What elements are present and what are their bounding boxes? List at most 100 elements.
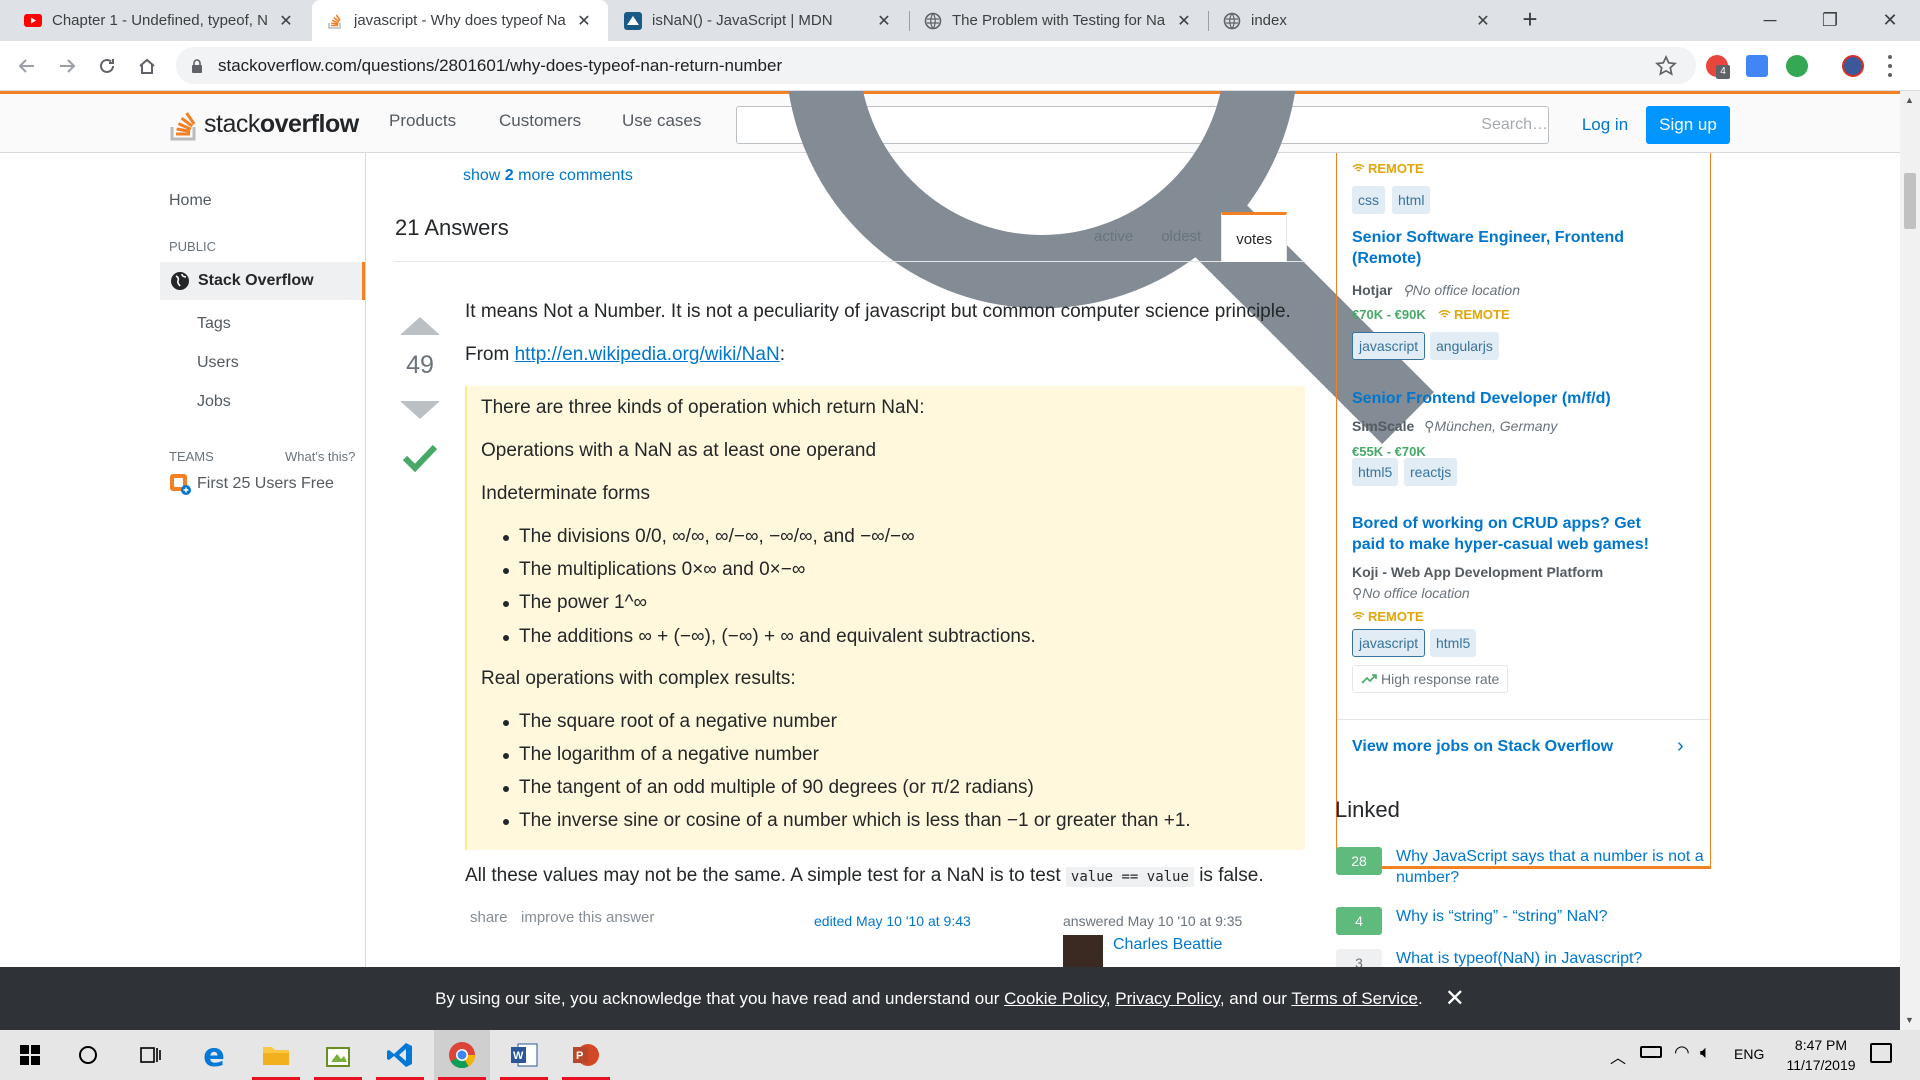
terms-link[interactable]: Terms of Service — [1291, 989, 1418, 1008]
close-icon[interactable]: ✕ — [574, 11, 594, 31]
back-button[interactable] — [12, 51, 42, 81]
clock-time: 8:47 PM — [1794, 1037, 1848, 1053]
wifi-icon[interactable]: ◠ — [1674, 1042, 1690, 1063]
login-button[interactable]: Log in — [1570, 106, 1640, 144]
battery-icon[interactable] — [1640, 1046, 1662, 1058]
sidebar-item-home[interactable]: Home — [169, 192, 212, 210]
upvote-button[interactable] — [398, 315, 442, 337]
nav-products[interactable]: Products — [389, 111, 456, 131]
volume-icon[interactable]: 🔈︎ — [1700, 1042, 1711, 1063]
search-button[interactable] — [60, 1030, 116, 1080]
author-link[interactable]: Charles Beattie — [1113, 936, 1222, 954]
menu-icon[interactable] — [1888, 55, 1894, 77]
last-pre: All these values may not be the same. A … — [465, 865, 1066, 886]
sidebar-item-users[interactable]: Users — [197, 354, 239, 372]
downvote-button[interactable] — [398, 399, 442, 421]
cookie-sep: , — [1105, 988, 1116, 1008]
tag[interactable]: reactjs — [1404, 458, 1458, 486]
linked-question-link[interactable]: Why JavaScript says that a number is not… — [1396, 847, 1716, 889]
edge-app[interactable]: e — [186, 1030, 242, 1080]
restore-button[interactable]: ❐ — [1800, 0, 1860, 41]
tag[interactable]: html5 — [1352, 458, 1399, 486]
job-title-link[interactable]: Senior Frontend Developer (m/f/d) — [1352, 389, 1682, 410]
tab-oldest[interactable]: oldest — [1147, 212, 1215, 262]
star-icon[interactable] — [1654, 54, 1678, 78]
share-link[interactable]: share — [470, 909, 508, 926]
address-bar[interactable]: stackoverflow.com/questions/2801601/why-… — [176, 47, 1696, 84]
tab-votes[interactable]: votes — [1221, 212, 1288, 262]
improve-answer-link[interactable]: improve this answer — [521, 909, 654, 926]
linked-question-link[interactable]: Why is “string” - “string” NaN? — [1396, 907, 1716, 928]
cookie-policy-link[interactable]: Cookie Policy — [1004, 989, 1106, 1008]
extension-icon[interactable]: 4 — [1706, 55, 1730, 79]
tag[interactable]: html5 — [1430, 629, 1477, 657]
chevron-right-icon[interactable]: › — [1677, 735, 1684, 758]
job-title-link[interactable]: Bored of working on CRUD apps? Get paid … — [1352, 514, 1672, 556]
paint-app[interactable] — [310, 1030, 366, 1080]
tag[interactable]: html — [1392, 186, 1431, 214]
privacy-policy-link[interactable]: Privacy Policy — [1115, 989, 1220, 1008]
nav-customers[interactable]: Customers — [499, 111, 581, 131]
close-icon[interactable]: ✕ — [1473, 11, 1493, 31]
nav-use-cases[interactable]: Use cases — [622, 111, 701, 131]
language-indicator[interactable]: ENG — [1734, 1046, 1764, 1062]
linked-item[interactable]: 28 Why JavaScript says that a number is … — [1336, 847, 1716, 889]
browser-tab[interactable]: Chapter 1 - Undefined, typeof, N ✕ — [10, 0, 310, 41]
show-more-comments-link[interactable]: show 2 more comments — [463, 167, 633, 185]
list-item: The multiplications 0×∞ and 0×−∞ — [502, 559, 806, 580]
search-input[interactable]: Search… — [736, 91, 1549, 444]
stackoverflow-icon — [170, 112, 196, 141]
whats-this-link[interactable]: What's this? — [285, 449, 355, 464]
close-icon[interactable]: ✕ — [276, 11, 296, 31]
reload-button[interactable] — [92, 51, 122, 81]
new-tab-button[interactable]: + — [1516, 6, 1544, 34]
minimize-button[interactable]: ─ — [1740, 0, 1800, 41]
word-app[interactable]: W — [496, 1030, 552, 1080]
browser-tab[interactable]: The Problem with Testing for Na ✕ — [910, 0, 1208, 41]
chevron-up-icon[interactable]: ︿ — [1610, 1044, 1626, 1068]
tag[interactable]: angularjs — [1430, 332, 1499, 360]
tag[interactable]: javascript — [1352, 629, 1426, 657]
sidebar-item-tags[interactable]: Tags — [197, 315, 231, 333]
chrome-app[interactable] — [434, 1030, 490, 1080]
windows-taskbar: e W P ︿ ◠ 🔈︎ ENG 8:47 PM 11/17/2019 — [0, 1030, 1920, 1080]
avatar[interactable] — [1842, 55, 1864, 77]
browser-tab-active[interactable]: javascript - Why does typeof Na ✕ — [312, 0, 608, 41]
clock[interactable]: 8:47 PM 11/17/2019 — [1776, 1035, 1866, 1075]
home-icon — [139, 58, 155, 74]
scrollbar[interactable]: ▲ ▼ — [1900, 91, 1920, 1030]
scroll-down-icon[interactable]: ▼ — [1905, 1015, 1914, 1025]
browser-tab[interactable]: isNaN() - JavaScript | MDN ✕ — [610, 0, 908, 41]
sidebar-item-jobs[interactable]: Jobs — [197, 393, 231, 411]
tab-active[interactable]: active — [1080, 212, 1147, 262]
vscode-app[interactable] — [372, 1030, 428, 1080]
signup-button[interactable]: Sign up — [1646, 106, 1730, 144]
tag[interactable]: css — [1352, 186, 1385, 214]
sidebar-item-stack-overflow[interactable]: Stack Overflow — [160, 262, 365, 300]
browser-tab[interactable]: index ✕ — [1209, 0, 1507, 41]
view-more-jobs-link[interactable]: View more jobs on Stack Overflow — [1352, 738, 1613, 756]
extension-icon[interactable] — [1786, 55, 1808, 77]
forward-button[interactable] — [52, 51, 82, 81]
tag[interactable]: javascript — [1352, 332, 1426, 360]
window-close-button[interactable]: ✕ — [1860, 0, 1920, 41]
close-icon[interactable]: ✕ — [874, 11, 894, 31]
translate-icon[interactable] — [1746, 55, 1768, 77]
wikipedia-link[interactable]: http://en.wikipedia.org/wiki/NaN — [515, 344, 780, 365]
scrollbar-thumb[interactable] — [1904, 173, 1916, 229]
sidebar-item-teams[interactable]: First 25 Users Free — [169, 473, 334, 495]
scroll-up-icon[interactable]: ▲ — [1905, 95, 1914, 105]
notification-icon[interactable] — [1870, 1043, 1892, 1063]
powerpoint-app[interactable]: P — [558, 1030, 614, 1080]
explorer-app[interactable] — [248, 1030, 304, 1080]
linked-item[interactable]: 4 Why is “string” - “string” NaN? — [1336, 907, 1716, 935]
job-title-link[interactable]: Senior Software Engineer, Frontend (Remo… — [1352, 228, 1652, 270]
back-arrow-icon — [18, 59, 34, 73]
close-icon[interactable]: ✕ — [1174, 11, 1194, 31]
edited-link[interactable]: edited May 10 '10 at 9:43 — [814, 913, 971, 929]
home-button[interactable] — [132, 51, 162, 81]
task-view-button[interactable] — [122, 1030, 178, 1080]
start-button[interactable] — [2, 1030, 58, 1080]
close-icon[interactable]: ✕ — [1445, 984, 1465, 1013]
so-logo[interactable]: stack overflow — [168, 104, 359, 144]
